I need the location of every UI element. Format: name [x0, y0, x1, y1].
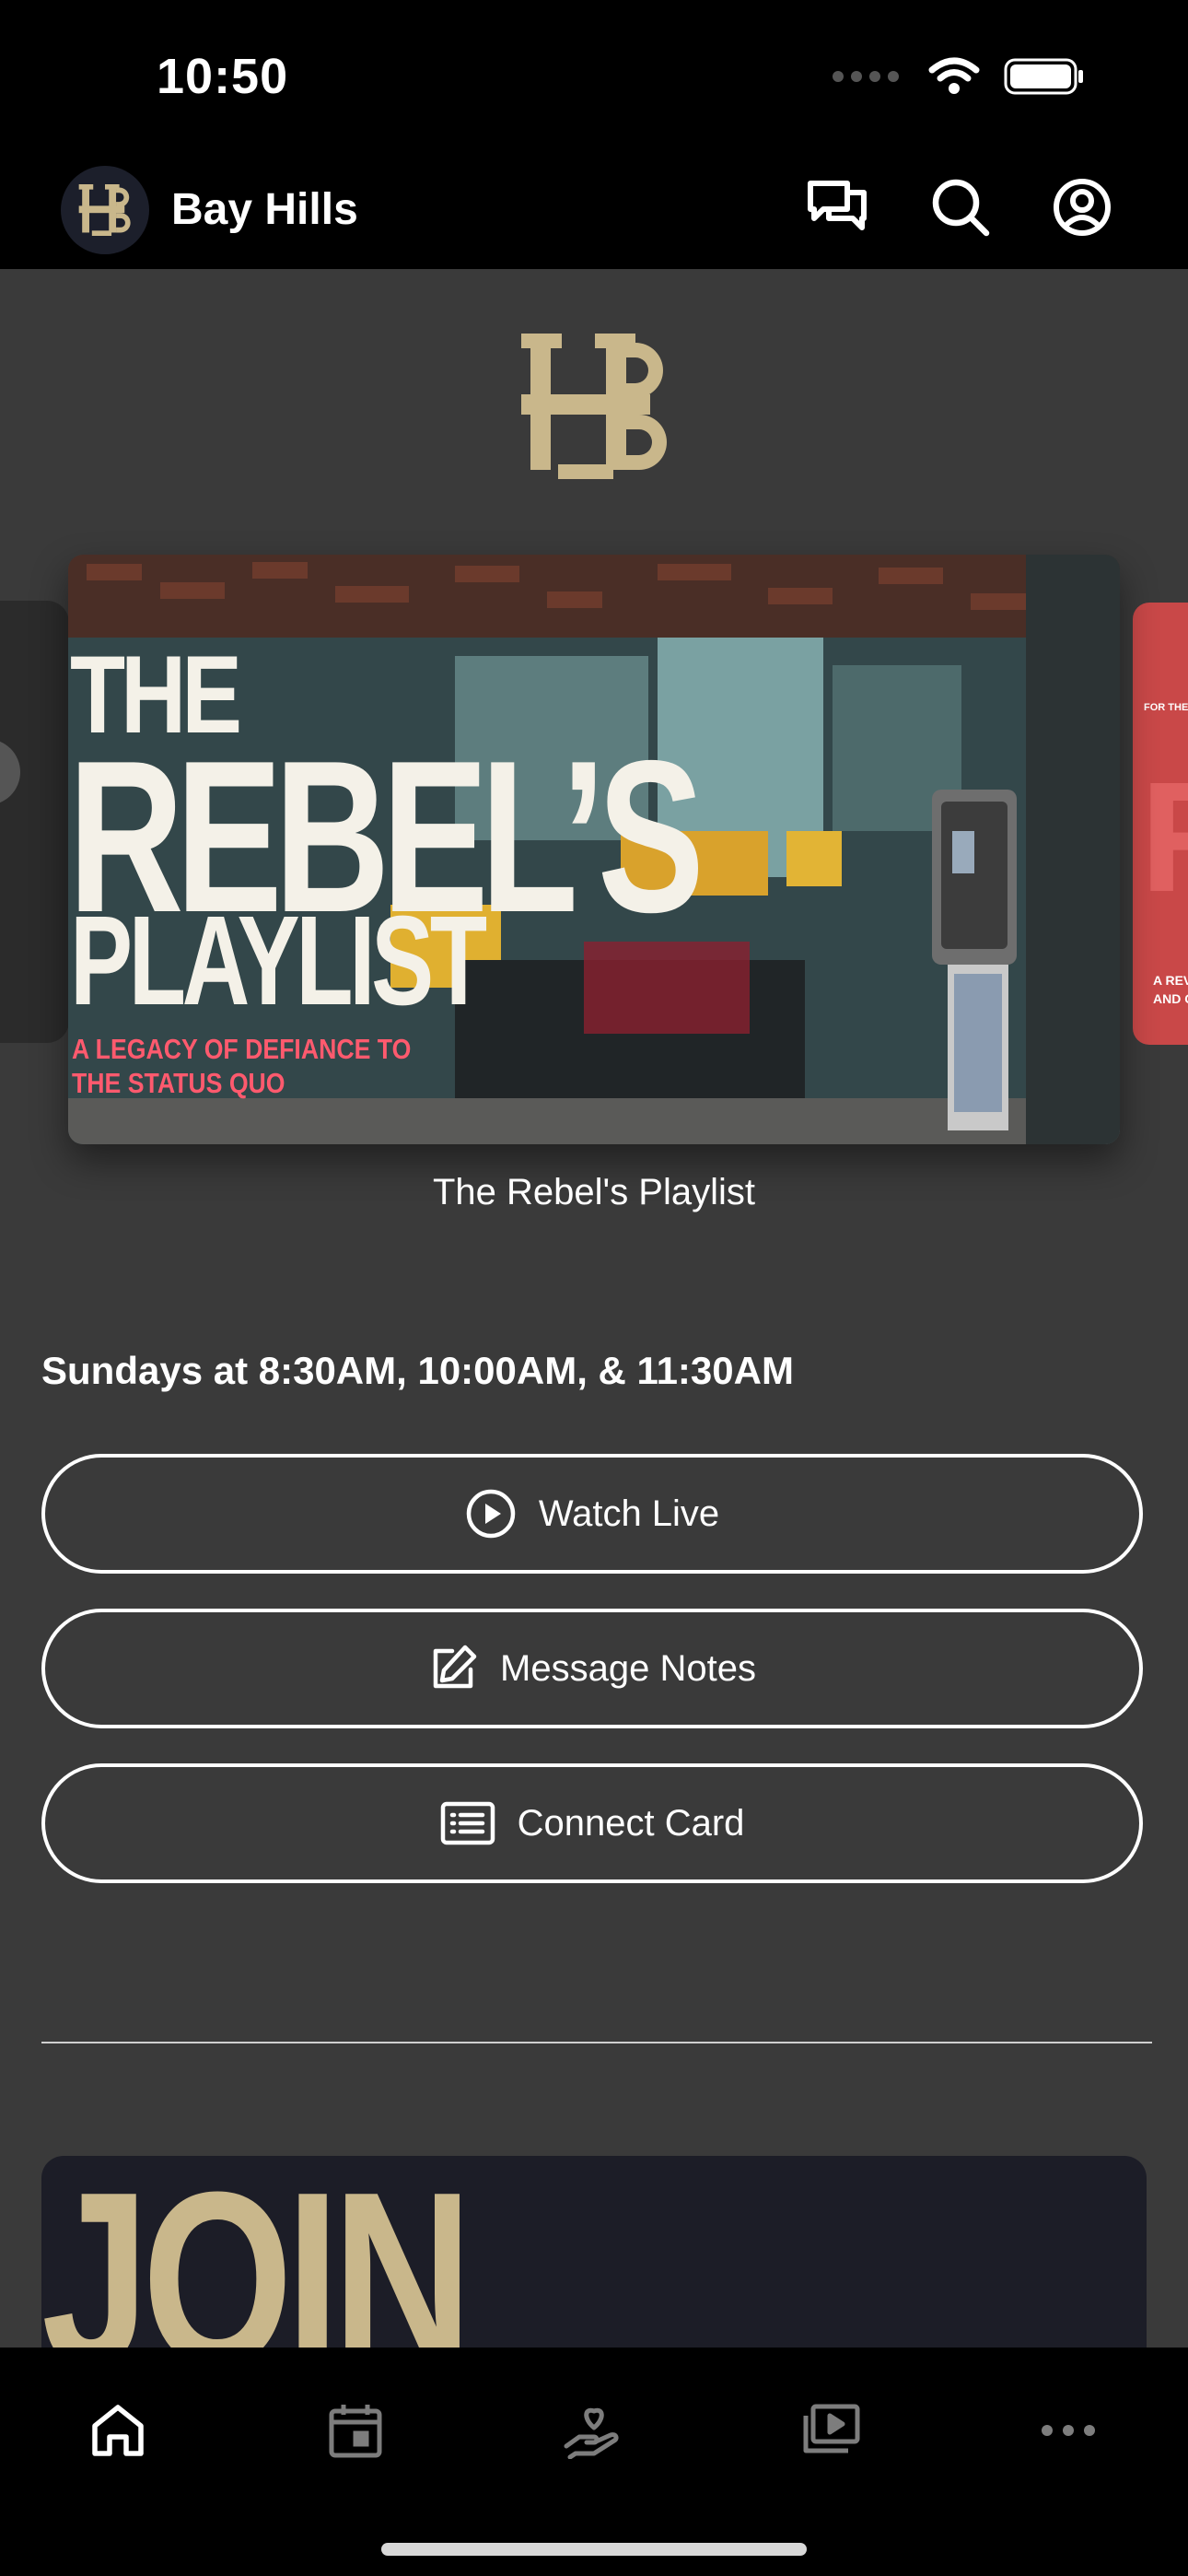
join-promo-card[interactable]: JOIN	[41, 2156, 1147, 2348]
bh-monogram-logo	[521, 334, 667, 479]
carousel-previous-card[interactable]	[0, 601, 69, 1043]
app-title: Bay Hills	[171, 185, 358, 234]
edit-icon	[433, 1645, 477, 1689]
profile-icon[interactable]	[1050, 175, 1114, 240]
more-icon	[1042, 2425, 1095, 2436]
calendar-icon	[329, 2405, 382, 2458]
chat-icon[interactable]	[805, 175, 869, 240]
status-bar: 10:50	[0, 0, 1188, 157]
tab-more[interactable]	[1022, 2384, 1114, 2476]
peek-sub-text: A REV AND CO	[1153, 973, 1188, 1006]
watch-live-label: Watch Live	[538, 1493, 720, 1534]
hero-series-card[interactable]: THE REBEL’S PLAYLIST A LEGACY OF DEFIANC…	[68, 555, 1120, 1144]
tab-home[interactable]	[72, 2384, 164, 2476]
tab-media[interactable]	[785, 2384, 877, 2476]
peek-big-text: RE	[1140, 759, 1188, 916]
card-list-icon	[440, 1801, 495, 1845]
peek-small-text: FOR THE EA	[1144, 702, 1188, 713]
tab-events[interactable]	[309, 2384, 402, 2476]
message-notes-label: Message Notes	[500, 1647, 756, 1689]
battery-icon	[1004, 58, 1083, 95]
bh-monogram-icon	[78, 184, 131, 236]
church-logo-avatar[interactable]	[61, 166, 149, 254]
bottom-tab-bar	[0, 2348, 1188, 2576]
giving-icon	[564, 2407, 619, 2459]
home-indicator[interactable]	[381, 2543, 807, 2556]
tab-give[interactable]	[547, 2384, 639, 2476]
join-text: JOIN	[41, 2156, 472, 2348]
section-divider	[41, 2042, 1152, 2043]
hero-subtitle: A LEGACY OF DEFIANCE TO THE STATUS QUO	[72, 1033, 412, 1099]
service-times: Sundays at 8:30AM, 10:00AM, & 11:30AM	[41, 1349, 794, 1392]
connect-card-button[interactable]: Connect Card	[41, 1763, 1143, 1883]
home-icon	[92, 2405, 144, 2456]
cellular-icon	[833, 71, 899, 82]
watch-live-button[interactable]: Watch Live	[41, 1454, 1143, 1574]
carousel-next-card[interactable]: FOR THE EA RE A REV AND CO	[1133, 603, 1188, 1045]
hero-caption: The Rebel's Playlist	[433, 1172, 755, 1212]
app-header: Bay Hills	[0, 157, 1188, 269]
hero-title-line3: PLAYLIST	[70, 890, 487, 1032]
connect-card-label: Connect Card	[517, 1802, 745, 1844]
status-icons	[833, 57, 1085, 96]
message-notes-button[interactable]: Message Notes	[41, 1609, 1143, 1728]
media-icon	[803, 2404, 860, 2453]
status-time: 10:50	[157, 49, 289, 104]
wifi-icon	[928, 57, 980, 94]
search-icon[interactable]	[928, 175, 993, 240]
main-content[interactable]: FOR THE EA RE A REV AND CO	[0, 269, 1188, 2348]
play-circle-icon	[466, 1489, 516, 1539]
